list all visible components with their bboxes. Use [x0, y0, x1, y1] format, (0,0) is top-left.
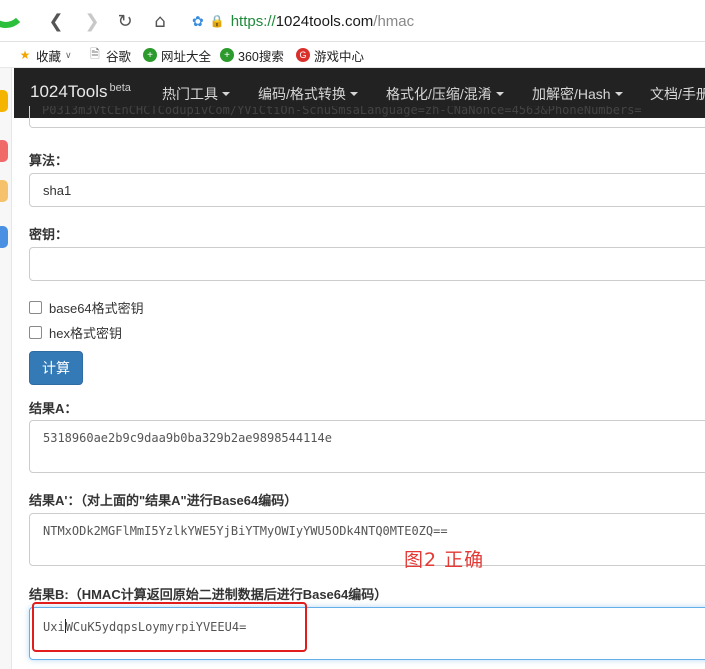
- base64-key-checkbox[interactable]: [29, 301, 42, 314]
- browser-toolbar: ❮ ❯ ↻ ⌂ ✿ 🔒 https://1024tools.com/hmac: [0, 0, 705, 42]
- url-field[interactable]: ✿ 🔒 https://1024tools.com/hmac: [192, 10, 414, 32]
- site-brand[interactable]: 1024Tools beta: [30, 82, 131, 102]
- base64-key-option[interactable]: base64格式密钥: [29, 298, 144, 317]
- hmac-form: P0313m3VtCEnCHCTCodupivCom/YViCtiOn-Scnu…: [14, 106, 705, 669]
- url-host: 1024tools.com: [275, 12, 374, 30]
- brand-beta: beta: [109, 82, 131, 94]
- side-app-icon[interactable]: [0, 140, 8, 162]
- menu-label: 加解密/Hash: [532, 86, 611, 102]
- menu-encoding[interactable]: 编码/格式转换: [258, 84, 358, 104]
- bookmark-label: 收藏: [36, 49, 62, 64]
- caret-down-icon: [614, 92, 623, 96]
- base64-key-label: base64格式密钥: [49, 301, 144, 316]
- menu-formatting[interactable]: 格式化/压缩/混淆: [386, 84, 504, 104]
- bookmark-site-nav[interactable]: + 网址大全: [143, 46, 211, 64]
- key-input[interactable]: [29, 247, 705, 281]
- bookmarks-bar: ★ 收藏 ∨ 🗎 谷歌 + 网址大全 + 360搜索 G 游戏中心: [0, 42, 705, 68]
- lock-icon: 🔒: [209, 14, 225, 28]
- annotation-correct: 图2 正确: [404, 549, 485, 571]
- algorithm-select[interactable]: sha1: [29, 173, 705, 207]
- game-icon: G: [296, 48, 310, 62]
- site-settings-icon[interactable]: ✿: [192, 13, 204, 30]
- side-app-icon[interactable]: [0, 90, 8, 112]
- result-a-output[interactable]: 5318960ae2b9c9daa9b0ba329b2ae9898544114e: [29, 420, 705, 473]
- bookmark-label: 网址大全: [161, 49, 212, 64]
- chevron-down-icon: ∨: [65, 49, 72, 60]
- bookmark-game-center[interactable]: G 游戏中心: [296, 46, 364, 64]
- caret-down-icon: [495, 92, 504, 96]
- menu-crypto-hash[interactable]: 加解密/Hash: [532, 84, 623, 104]
- bookmark-label: 360搜索: [238, 49, 284, 64]
- message-value: P0313m3VtCEnCHCTCodupivCom/YViCtiOn-Scnu…: [42, 106, 642, 117]
- message-textarea[interactable]: P0313m3VtCEnCHCTCodupivCom/YViCtiOn-Scnu…: [29, 106, 705, 128]
- hex-key-label: hex格式密钥: [49, 326, 122, 341]
- result-a2-value: NTMxODk2MGFlMmI5YzlkYWE5YjBiYTMyOWIyYWU5…: [43, 524, 448, 538]
- bookmark-label: 游戏中心: [314, 49, 365, 64]
- key-label: 密钥：: [29, 227, 69, 242]
- algorithm-value: sha1: [43, 183, 72, 198]
- menu-label: 编码/格式转换: [258, 86, 346, 102]
- brand-name: 1024Tools: [30, 82, 108, 101]
- calculate-button[interactable]: 计算: [29, 351, 83, 385]
- url-scheme: https://: [230, 12, 276, 30]
- highlight-box: [32, 602, 307, 652]
- browser-logo-icon: [0, 0, 26, 28]
- result-a-value: 5318960ae2b9c9daa9b0ba329b2ae9898544114e: [43, 431, 332, 445]
- caret-down-icon: [222, 92, 230, 96]
- hex-key-option[interactable]: hex格式密钥: [29, 323, 122, 342]
- side-app-icon[interactable]: [0, 226, 8, 248]
- menu-label: 文档/手册: [650, 86, 705, 102]
- side-panel-strip: [0, 68, 12, 669]
- url-path: /hmac: [373, 12, 415, 30]
- result-a2-output[interactable]: NTMxODk2MGFlMmI5YzlkYWE5YjBiYTMyOWIyYWU5…: [29, 513, 705, 566]
- menu-label: 格式化/压缩/混淆: [386, 86, 492, 102]
- reload-icon[interactable]: ↻: [113, 9, 137, 33]
- bookmark-360-search[interactable]: + 360搜索: [220, 46, 284, 64]
- hex-key-checkbox[interactable]: [29, 326, 42, 339]
- result-b-label: 结果B:（HMAC计算返回原始二进制数据后进行Base64编码）: [29, 587, 388, 602]
- result-a-label: 结果A：: [29, 401, 78, 416]
- bookmark-favorites[interactable]: ★ 收藏 ∨: [18, 46, 72, 64]
- star-icon: ★: [19, 48, 31, 62]
- bookmark-google[interactable]: 🗎 谷歌: [88, 46, 131, 64]
- bookmark-label: 谷歌: [106, 49, 132, 64]
- forward-icon[interactable]: ❯: [80, 9, 104, 33]
- home-icon[interactable]: ⌂: [148, 9, 172, 33]
- result-a2-label: 结果A'：（对上面的"结果A"进行Base64编码）: [29, 493, 298, 508]
- side-app-icon[interactable]: [0, 180, 8, 202]
- back-icon[interactable]: ❮: [44, 9, 68, 33]
- menu-label: 热门工具: [162, 86, 218, 102]
- algorithm-label: 算法：: [29, 153, 69, 168]
- page-icon: 🗎: [90, 46, 100, 61]
- search-360-icon: +: [220, 48, 234, 62]
- menu-docs[interactable]: 文档/手册: [650, 84, 705, 104]
- site-icon: +: [143, 48, 157, 62]
- menu-popular-tools[interactable]: 热门工具: [162, 84, 230, 104]
- caret-down-icon: [349, 92, 358, 96]
